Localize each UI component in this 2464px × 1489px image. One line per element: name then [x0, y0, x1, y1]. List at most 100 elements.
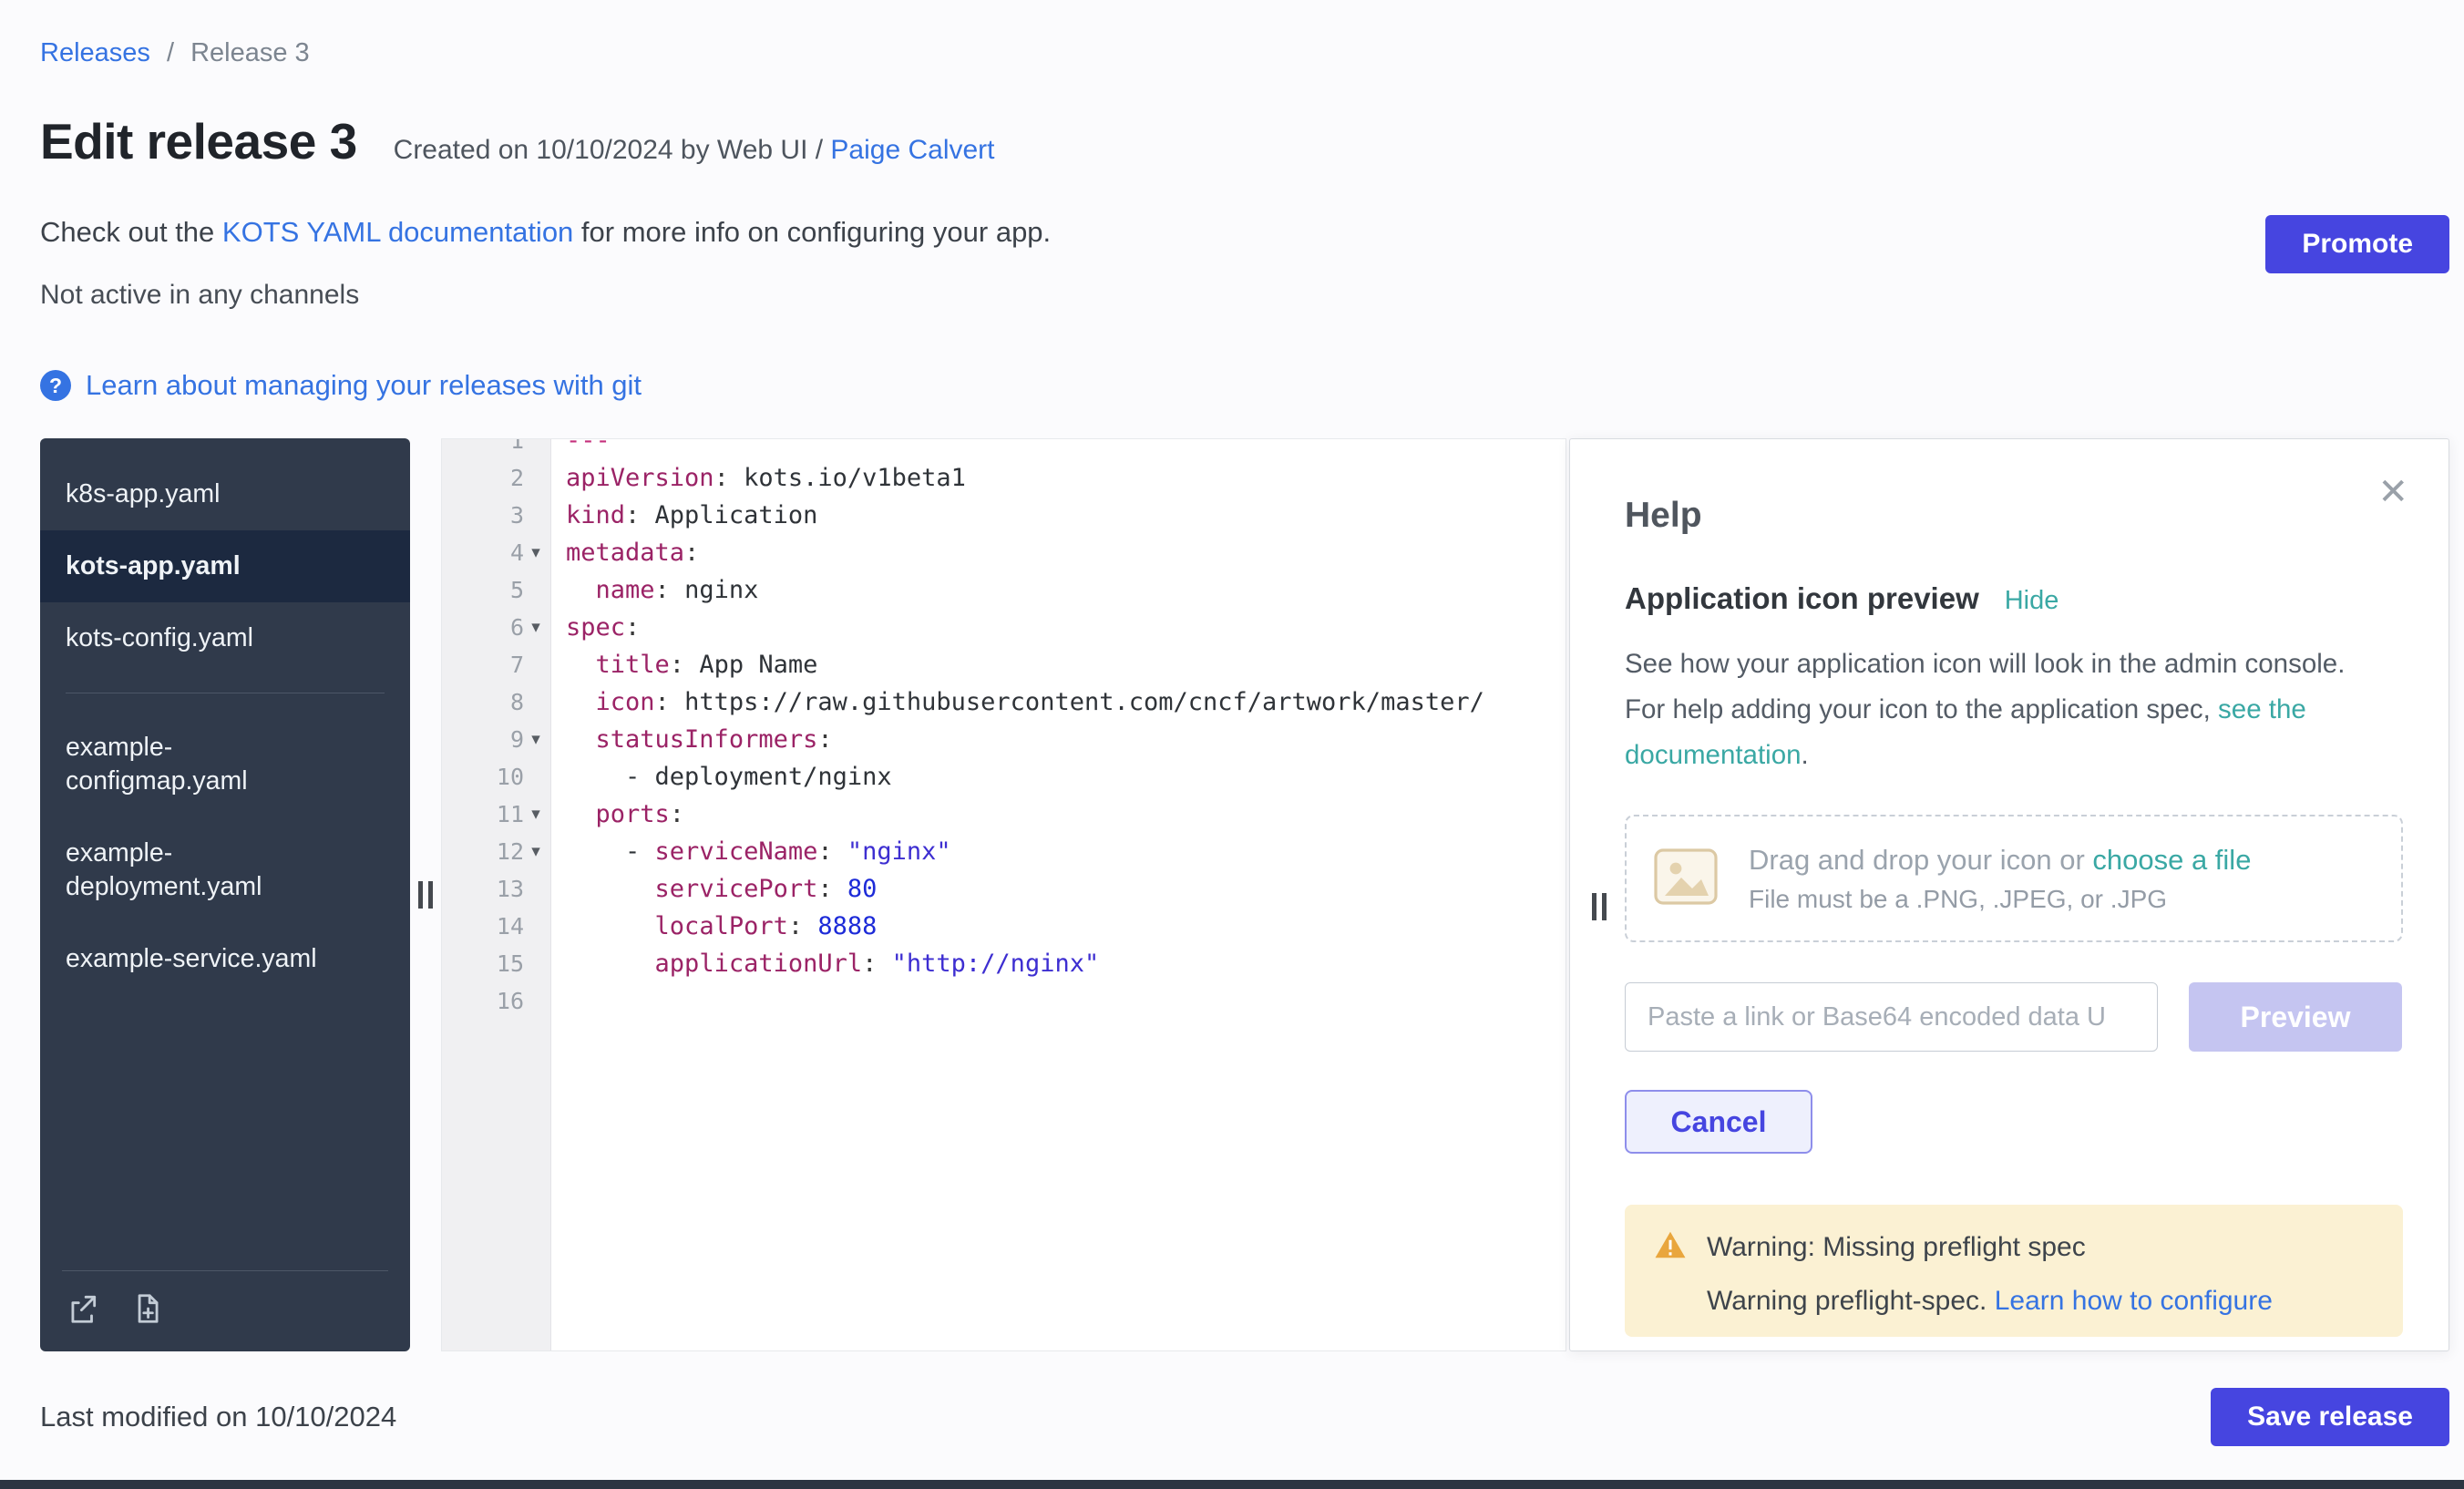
resize-handle-left[interactable] [418, 881, 433, 909]
code-text: spec: [551, 609, 640, 646]
warning-title: Warning: Missing preflight spec [1707, 1232, 2086, 1263]
resize-handle-right[interactable] [1592, 893, 1607, 920]
code-text: - serviceName: "nginx" [551, 833, 951, 870]
code-line-4[interactable]: 4▾metadata: [442, 534, 1566, 571]
configure-preflight-link[interactable]: Learn how to configure [1995, 1286, 2273, 1316]
title-row: Edit release 3 Created on 10/10/2024 by … [40, 112, 2449, 170]
created-by-link[interactable]: Paige Calvert [830, 135, 994, 165]
code-token: spec [566, 613, 625, 642]
help-description-period: . [1802, 740, 1809, 770]
code-token: "nginx" [847, 837, 951, 866]
line-number: 1▾ [442, 438, 551, 459]
line-number: 15▾ [442, 945, 551, 982]
save-release-button[interactable]: Save release [2211, 1388, 2449, 1446]
line-number: 9▾ [442, 721, 551, 758]
line-number: 12▾ [442, 833, 551, 870]
code-text: icon: https://raw.githubusercontent.com/… [551, 683, 1484, 721]
example-file-list: example-configmap.yamlexample-deployment… [40, 712, 410, 995]
promote-button[interactable]: Promote [2265, 215, 2449, 273]
preview-button[interactable]: Preview [2189, 982, 2402, 1052]
code-line-13[interactable]: 13▾ servicePort: 80 [442, 870, 1566, 908]
code-token: : [670, 800, 684, 828]
choose-file-link[interactable]: choose a file [2092, 844, 2251, 876]
warning-box: Warning: Missing preflight spec Warning … [1625, 1205, 2403, 1337]
code-token: kind [566, 501, 625, 529]
yaml-code-editor[interactable]: 1▾---2▾apiVersion: kots.io/v1beta13▾ kind… [441, 438, 1566, 1351]
footer: Last modified on 10/10/2024 Save release [40, 1388, 2449, 1446]
code-line-3[interactable]: 3▾kind: Application [442, 497, 1566, 534]
code-line-5[interactable]: 5▾ name: nginx [442, 571, 1566, 609]
fold-arrow-icon[interactable]: ▾ [524, 833, 548, 870]
sidebar-file-item[interactable]: kots-app.yaml [40, 530, 410, 602]
sidebar-file-item[interactable]: example-deployment.yaml [40, 817, 410, 923]
breadcrumb-releases-link[interactable]: Releases [40, 38, 150, 67]
code-line-8[interactable]: 8▾ icon: https://raw.githubusercontent.c… [442, 683, 1566, 721]
code-lines: 1▾---2▾apiVersion: kots.io/v1beta13▾ kind… [442, 438, 1566, 1020]
code-text: --- [551, 438, 611, 459]
docs-hint-prefix: Check out the [40, 216, 222, 248]
file-sidebar: k8s-app.yamlkots-app.yamlkots-config.yam… [40, 438, 410, 1351]
code-token: 8888 [817, 912, 877, 940]
sidebar-file-item[interactable]: kots-config.yaml [40, 602, 410, 674]
git-help-label: Learn about managing your releases with … [86, 369, 642, 402]
code-token: servicePort [655, 875, 818, 903]
code-token: applicationUrl [655, 950, 863, 978]
fold-arrow-icon[interactable]: ▾ [524, 534, 548, 571]
code-line-12[interactable]: 12▾ - serviceName: "nginx" [442, 833, 1566, 870]
sidebar-editor-gap [410, 438, 441, 1351]
code-text: ports: [551, 796, 684, 833]
code-token: : [670, 651, 700, 679]
channel-status: Not active in any channels [40, 280, 2449, 311]
code-token: - [566, 837, 655, 866]
line-number: 6▾ [442, 609, 551, 646]
line-number: 8▾ [442, 683, 551, 721]
code-token: ports [596, 800, 670, 828]
sidebar-file-item[interactable]: example-configmap.yaml [40, 712, 410, 817]
code-token [566, 651, 596, 679]
created-info: Created on 10/10/2024 by Web UI / Paige … [394, 135, 995, 166]
code-token: - deployment/nginx [566, 763, 892, 791]
fold-arrow-icon[interactable]: ▾ [524, 609, 548, 646]
close-icon[interactable]: ✕ [2377, 474, 2408, 510]
line-number: 2▾ [442, 459, 551, 497]
dropzone-text: Drag and drop your icon or choose a file… [1749, 844, 2251, 914]
created-text: Created on 10/10/2024 by Web UI / [394, 135, 831, 165]
code-token: : [655, 688, 685, 716]
git-help-link[interactable]: ? Learn about managing your releases wit… [40, 369, 642, 402]
breadcrumb: Releases / Release 3 [40, 38, 2449, 68]
code-token: App Name [699, 651, 817, 679]
icon-url-input[interactable] [1625, 982, 2158, 1052]
code-token: nginx [684, 576, 758, 604]
code-line-10[interactable]: 10▾ - deployment/nginx [442, 758, 1566, 796]
code-line-9[interactable]: 9▾ statusInformers: [442, 721, 1566, 758]
code-text: applicationUrl: "http://nginx" [551, 945, 1099, 982]
code-line-6[interactable]: 6▾spec: [442, 609, 1566, 646]
code-token [566, 875, 655, 903]
fold-arrow-icon[interactable]: ▾ [524, 721, 548, 758]
line-number: 3▾ [442, 497, 551, 534]
upload-file-icon[interactable] [66, 1291, 100, 1326]
code-text: apiVersion: kots.io/v1beta1 [551, 459, 966, 497]
warning-body-text: Warning preflight-spec. [1707, 1286, 1995, 1316]
code-line-1[interactable]: 1▾--- [442, 438, 1566, 459]
code-token: : [862, 950, 892, 978]
code-line-14[interactable]: 14▾ localPort: 8888 [442, 908, 1566, 945]
docs-hint: Check out the KOTS YAML documentation fo… [40, 216, 2449, 249]
code-line-11[interactable]: 11▾ ports: [442, 796, 1566, 833]
code-line-7[interactable]: 7▾ title: App Name [442, 646, 1566, 683]
icon-preview-header: Application icon preview Hide [1625, 581, 2403, 616]
hide-link[interactable]: Hide [2005, 586, 2059, 616]
code-token: : [625, 501, 655, 529]
code-token: : [788, 912, 818, 940]
icon-dropzone[interactable]: Drag and drop your icon or choose a file… [1625, 815, 2403, 942]
fold-arrow-icon[interactable]: ▾ [524, 796, 548, 833]
sidebar-file-item[interactable]: example-service.yaml [40, 923, 410, 995]
cancel-button[interactable]: Cancel [1625, 1090, 1812, 1154]
code-text: metadata: [551, 534, 699, 571]
new-file-icon[interactable] [129, 1291, 164, 1326]
code-line-15[interactable]: 15▾ applicationUrl: "http://nginx" [442, 945, 1566, 982]
code-line-16[interactable]: 16▾ [442, 982, 1566, 1020]
code-line-2[interactable]: 2▾apiVersion: kots.io/v1beta1 [442, 459, 1566, 497]
kots-yaml-docs-link[interactable]: KOTS YAML documentation [222, 216, 573, 248]
sidebar-file-item[interactable]: k8s-app.yaml [40, 458, 410, 530]
